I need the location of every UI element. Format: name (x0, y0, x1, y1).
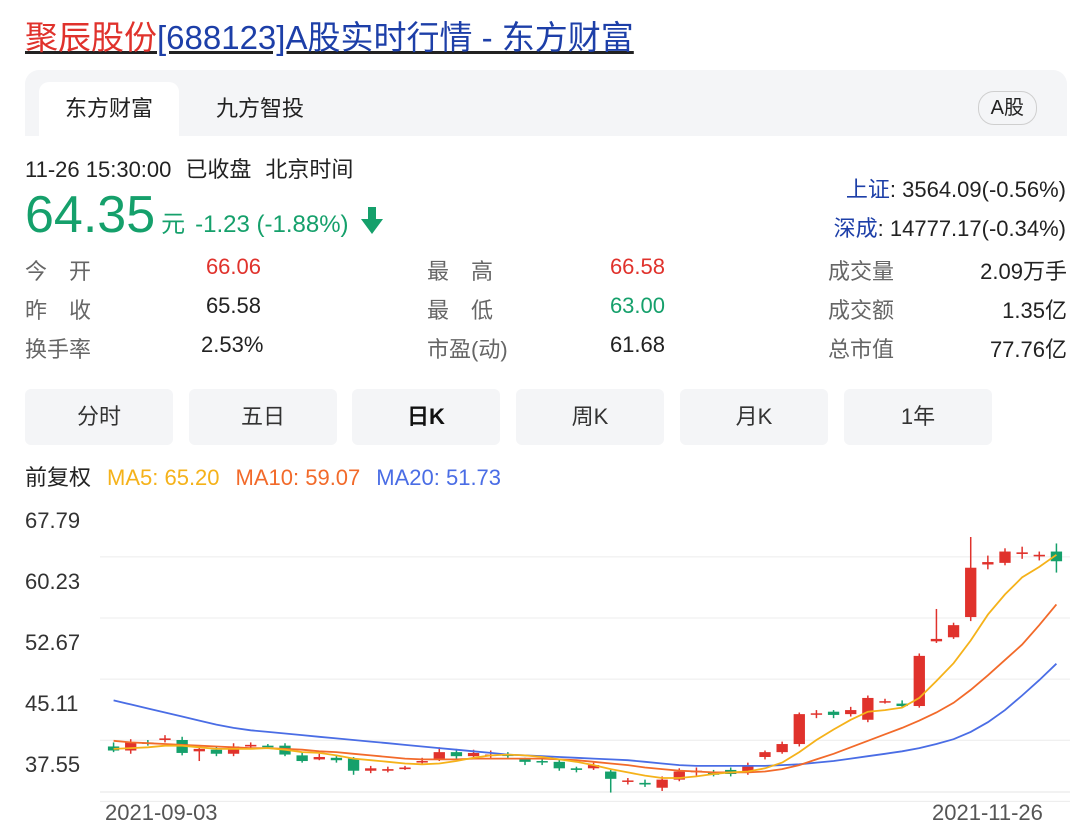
candle-body (262, 745, 274, 748)
candle-body (810, 713, 823, 715)
candle-body (947, 625, 960, 638)
candle-body (330, 757, 343, 761)
candle-body (313, 756, 325, 760)
candle-body (553, 761, 565, 769)
candle-body (793, 714, 805, 745)
candle-body (605, 771, 617, 779)
candle-body (433, 752, 445, 759)
candle-body (347, 758, 360, 771)
candle-body (467, 752, 480, 757)
candle-body (125, 742, 137, 751)
candle-body (296, 755, 308, 762)
candle-body (639, 782, 651, 785)
candle-body (759, 752, 771, 757)
candle-body (382, 769, 394, 771)
candle-body (399, 767, 411, 770)
candle-body (845, 710, 857, 715)
candle-body (159, 738, 171, 740)
kline-chart[interactable] (0, 0, 1080, 834)
candle-body (622, 780, 634, 782)
candle-body (450, 752, 463, 757)
candle-body (193, 748, 205, 752)
candle-body (416, 761, 428, 763)
candle-body (999, 551, 1011, 563)
candle-body (827, 711, 840, 715)
candle-body (965, 567, 977, 618)
candle-body (519, 759, 531, 762)
candle-body (862, 697, 874, 720)
candle-body (570, 768, 583, 770)
candle-body (210, 749, 223, 754)
candle-body (776, 744, 788, 753)
candle-body (1016, 552, 1028, 554)
candle-body (245, 744, 257, 747)
candle-body (930, 638, 943, 642)
candle-body (656, 779, 668, 788)
candle-body (1033, 554, 1045, 557)
candle-body (365, 768, 377, 771)
candle-body (1050, 551, 1063, 562)
candle-body (536, 761, 548, 763)
candle-body (879, 701, 891, 703)
candle-body (982, 562, 994, 565)
